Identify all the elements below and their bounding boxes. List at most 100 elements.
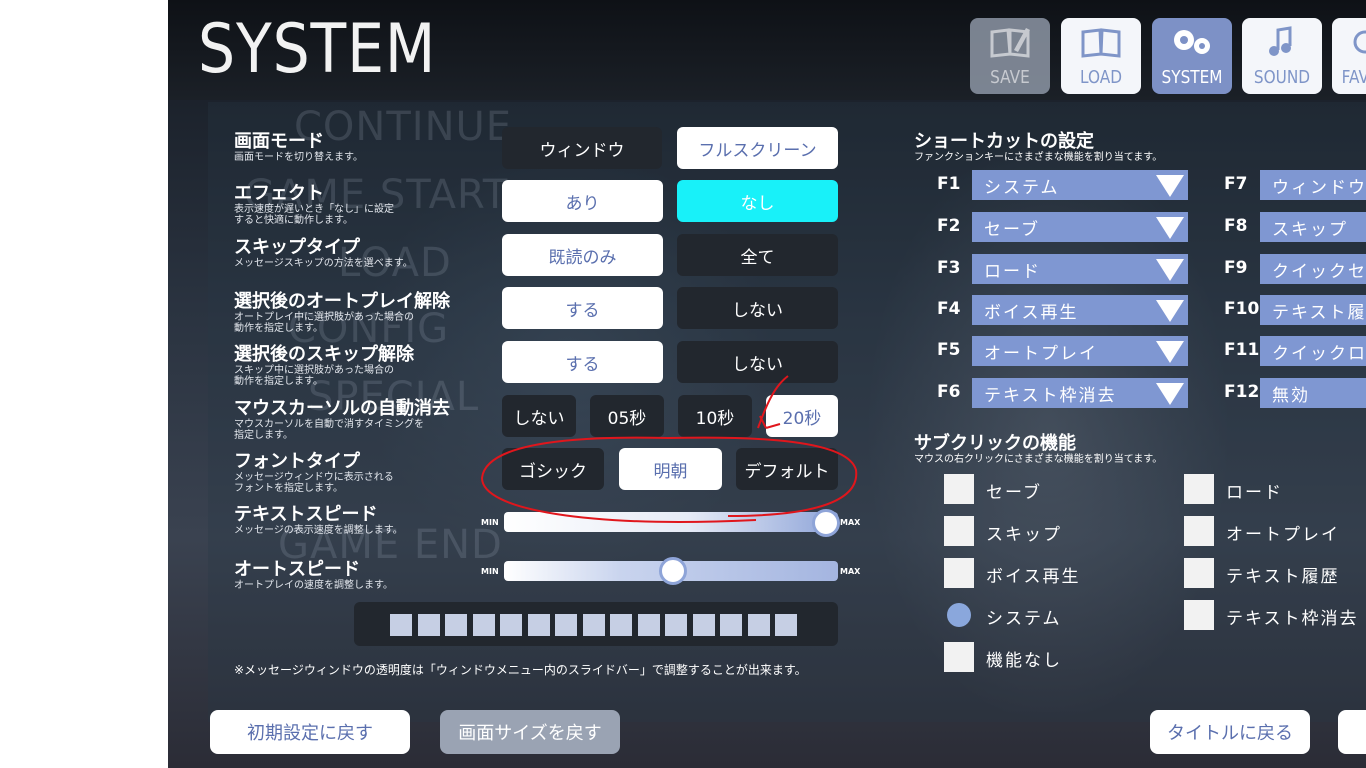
tab-system[interactable]: SYSTEM xyxy=(1152,18,1232,94)
opacity-step[interactable] xyxy=(445,614,467,636)
opacity-step[interactable] xyxy=(637,614,660,636)
subclick-checkbox[interactable] xyxy=(1184,516,1214,546)
subclick-checkbox[interactable] xyxy=(1184,600,1214,630)
option-skip-cancel-no[interactable]: しない xyxy=(677,341,838,383)
subclick-checkbox[interactable] xyxy=(944,474,974,504)
opacity-note: ※メッセージウィンドウの透明度は「ウィンドウメニュー内のスライドバー」で調整する… xyxy=(234,663,807,677)
opacity-step[interactable] xyxy=(417,614,440,636)
setting-desc: 指定します。 xyxy=(234,430,293,441)
shortcut-select[interactable]: クイックロ xyxy=(1260,336,1366,366)
setting-skip-type: スキップタイプ メッセージスキップの方法を選べます。 xyxy=(234,238,413,270)
screen-title: SYSTEM xyxy=(198,10,437,89)
shortcut-select[interactable]: ウィンドウサイ xyxy=(1260,170,1366,200)
opacity-step[interactable] xyxy=(500,614,522,636)
function-key-label: F10 xyxy=(1224,299,1260,319)
shortcut-select[interactable]: テキスト履 xyxy=(1260,295,1366,325)
setting-title: マウスカーソルの自動消去 xyxy=(234,398,450,419)
option-cursor-never[interactable]: しない xyxy=(502,395,576,437)
option-autoplay-cancel-no[interactable]: しない xyxy=(677,287,838,329)
tab-sound[interactable]: SOUND xyxy=(1242,18,1322,94)
option-skip-all[interactable]: 全て xyxy=(677,234,838,276)
return-to-title-button[interactable]: タイトルに戻る xyxy=(1150,710,1310,754)
subclick-header: サブクリックの機能 マウスの右クリックにさまざまな機能を割り当てます。 xyxy=(914,433,1163,466)
slider-min-label: MIN xyxy=(481,518,499,527)
setting-font-type: フォントタイプ メッセージウィンドウに表示される フォントを指定します。 xyxy=(234,452,394,495)
opacity-step[interactable] xyxy=(582,614,605,636)
function-key-label: F2 xyxy=(937,216,961,236)
tab-save[interactable]: SAVE xyxy=(970,18,1050,94)
subclick-checkbox[interactable] xyxy=(1184,474,1214,504)
dropdown-arrow-icon[interactable] xyxy=(1156,217,1184,239)
option-autoplay-cancel-yes[interactable]: する xyxy=(502,287,663,329)
shortcut-select[interactable]: クイックセ xyxy=(1260,254,1366,284)
opacity-step[interactable] xyxy=(555,614,577,636)
dropdown-arrow-icon[interactable] xyxy=(1156,300,1184,322)
section-desc: マウスの右クリックにさまざまな機能を割り当てます。 xyxy=(914,454,1163,465)
opacity-step[interactable] xyxy=(775,614,797,636)
opacity-step[interactable] xyxy=(390,614,412,636)
option-effect-on[interactable]: あり xyxy=(502,180,663,222)
setting-desc: オートプレイ中に選択肢があった場合の xyxy=(234,312,414,323)
reset-defaults-button[interactable]: 初期設定に戻す xyxy=(210,710,410,754)
option-fullscreen[interactable]: フルスクリーン xyxy=(677,127,838,169)
reset-screen-size-button[interactable]: 画面サイズを戻す xyxy=(440,710,620,754)
opacity-step[interactable] xyxy=(720,614,742,636)
subclick-label: ロード xyxy=(1226,483,1283,503)
dropdown-arrow-icon[interactable] xyxy=(1156,341,1184,363)
opacity-step[interactable] xyxy=(527,614,550,636)
function-key-label: F8 xyxy=(1224,216,1248,236)
option-font-mincho[interactable]: 明朝 xyxy=(619,448,722,490)
option-cursor-20s[interactable]: 20秒 xyxy=(766,395,838,437)
opacity-step[interactable] xyxy=(747,614,770,636)
shortcut-select[interactable]: 無効 xyxy=(1260,378,1366,408)
subclick-checkbox[interactable] xyxy=(944,642,974,672)
function-key-label: F7 xyxy=(1224,174,1248,194)
setting-text-speed: テキストスピード メッセージの表示速度を調整します。 xyxy=(234,504,403,537)
setting-desc: 画面モードを切り替えます。 xyxy=(234,152,363,163)
setting-desc: メッセージスキップの方法を選べます。 xyxy=(234,258,413,269)
tab-label: LOAD xyxy=(1079,67,1122,88)
shortcut-select[interactable]: スキップ xyxy=(1260,212,1366,242)
game-screen: CONTINUE GAME START LOAD CONFIG SPECIAL … xyxy=(168,0,1366,768)
text-speed-knob[interactable] xyxy=(812,509,840,537)
tab-fav[interactable]: FAV xyxy=(1332,18,1366,94)
option-cursor-5s[interactable]: 05秒 xyxy=(590,395,664,437)
option-skip-cancel-yes[interactable]: する xyxy=(502,341,663,383)
option-font-default[interactable]: デフォルト xyxy=(736,448,838,490)
dropdown-arrow-icon[interactable] xyxy=(1156,259,1184,281)
opacity-step[interactable] xyxy=(692,614,715,636)
subclick-checkbox[interactable] xyxy=(947,603,971,627)
tab-load[interactable]: LOAD xyxy=(1061,18,1141,94)
slider-min-label: MIN xyxy=(481,567,499,576)
option-font-gothic[interactable]: ゴシック xyxy=(502,448,604,490)
tab-label: SAVE xyxy=(990,67,1030,88)
function-key-label: F9 xyxy=(1224,258,1248,278)
dropdown-arrow-icon[interactable] xyxy=(1156,383,1184,405)
option-effect-off[interactable]: なし xyxy=(677,180,838,222)
option-skip-read[interactable]: 既読のみ xyxy=(502,234,663,276)
subclick-checkbox[interactable] xyxy=(1184,558,1214,588)
setting-title: 選択後のスキップ解除 xyxy=(234,344,414,365)
option-cursor-10s[interactable]: 10秒 xyxy=(678,395,752,437)
subclick-label: テキスト枠消去 xyxy=(1226,609,1359,629)
subclick-checkbox[interactable] xyxy=(944,516,974,546)
text-speed-slider[interactable] xyxy=(504,512,838,532)
function-key-label: F6 xyxy=(937,382,961,402)
option-window[interactable]: ウィンドウ xyxy=(502,127,662,169)
shortcut-header: ショートカットの設定 ファンクションキーにさまざまな機能を割り当てます。 xyxy=(914,132,1162,164)
function-key-label: F3 xyxy=(937,258,961,278)
setting-title: テキストスピード xyxy=(234,504,378,525)
opacity-step[interactable] xyxy=(610,614,632,636)
close-button[interactable] xyxy=(1338,710,1366,754)
subclick-checkbox[interactable] xyxy=(944,558,974,588)
section-title: サブクリックの機能 xyxy=(914,433,1076,454)
opacity-step[interactable] xyxy=(472,614,495,636)
setting-desc: 表示速度が遅いとき「なし」に設定 xyxy=(234,204,394,215)
function-key-label: F4 xyxy=(937,299,961,319)
opacity-step[interactable] xyxy=(665,614,687,636)
setting-desc: フォントを指定します。 xyxy=(234,483,343,494)
auto-speed-knob[interactable] xyxy=(659,557,687,585)
setting-title: 選択後のオートプレイ解除 xyxy=(234,291,450,312)
dropdown-arrow-icon[interactable] xyxy=(1156,175,1184,197)
subclick-label: システム xyxy=(986,609,1062,629)
